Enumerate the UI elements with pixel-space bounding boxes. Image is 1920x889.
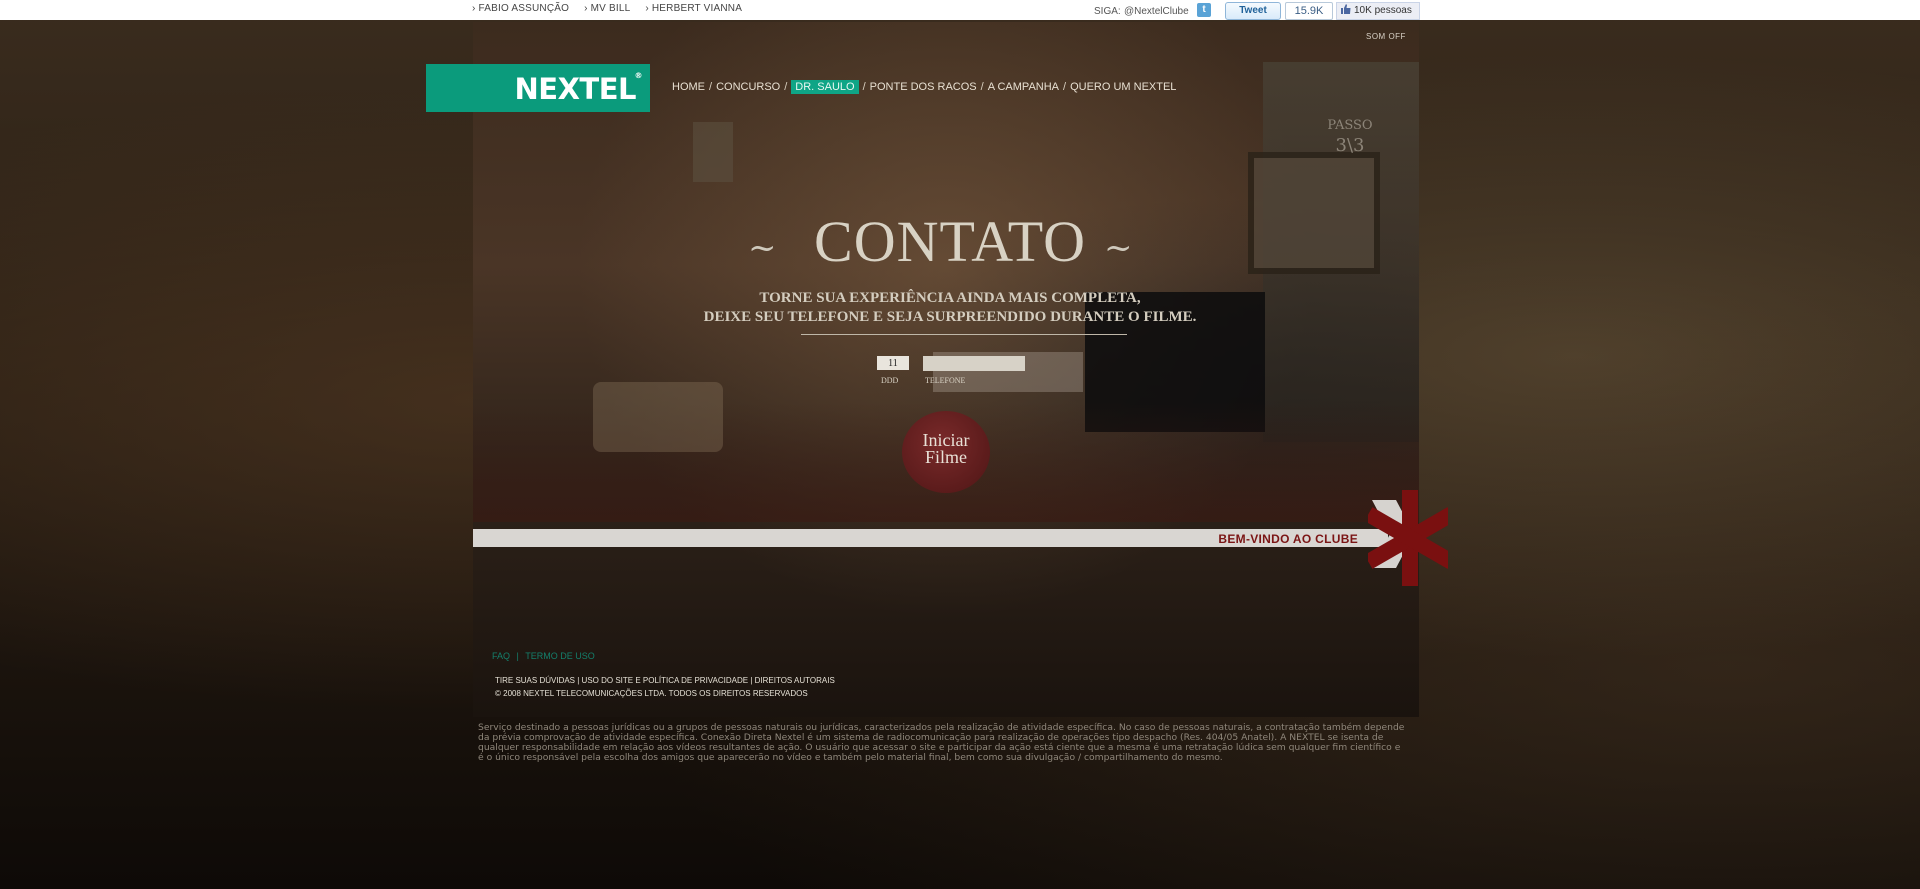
nav-home[interactable]: HOME <box>672 81 705 93</box>
nav-separator: / <box>1063 81 1067 93</box>
page-title: CONTATO <box>814 209 1086 274</box>
ddd-input[interactable] <box>877 356 909 370</box>
nav-separator: / <box>709 81 713 93</box>
nextel-logo[interactable]: NEXTEL ® <box>426 64 650 112</box>
logo-text: NEXTEL <box>514 72 636 106</box>
copyright: © 2008 NEXTEL TELECOMUNICAÇÕES LTDA. TOD… <box>495 689 808 698</box>
nav-ponte-dos-racos[interactable]: PONTE DOS RACOS <box>870 81 977 93</box>
subtitle-line-1: TORNE SUA EXPERIÊNCIA AINDA MAIS COMPLET… <box>759 290 1141 306</box>
twitter-handle-link[interactable]: @NextelClube <box>1124 6 1189 17</box>
tweet-count: 15.9K <box>1285 2 1333 20</box>
link-fabio-assuncao[interactable]: › FABIO ASSUNÇÃO <box>472 3 569 14</box>
step-indicator: PASSO 3\3 <box>1320 118 1380 156</box>
thumbs-up-icon <box>1341 4 1351 14</box>
disclaimer-text: Serviço destinado a pessoas jurídicas ou… <box>478 722 1405 763</box>
step-value: 3\3 <box>1335 135 1365 156</box>
phone-input[interactable] <box>923 356 1025 371</box>
contact-subtitle: TORNE SUA EXPERIÊNCIA AINDA MAIS COMPLET… <box>690 289 1210 327</box>
phone-label: TELEFONE <box>925 376 966 385</box>
subtitle-divider <box>801 334 1127 335</box>
twitter-icon[interactable]: t <box>1197 3 1211 17</box>
start-film-button[interactable]: Iniciar Filme <box>902 411 990 493</box>
nav-separator: / <box>784 81 788 93</box>
club-asterisk-icon <box>1368 490 1448 586</box>
tweet-button[interactable]: Tweet <box>1225 2 1281 20</box>
nav-dr-saulo[interactable]: DR. SAULO <box>791 80 859 94</box>
step-label: PASSO <box>1327 118 1373 133</box>
title-flourish-right: ~ <box>1104 228 1133 268</box>
start-line-2: Filme <box>924 447 967 467</box>
celebrity-links: › FABIO ASSUNÇÃO › MV BILL › HERBERT VIA… <box>472 3 754 14</box>
nav-separator: / <box>980 81 984 93</box>
legal-links[interactable]: TIRE SUAS DÚVIDAS | USO DO SITE E POLÍTI… <box>495 676 835 685</box>
faq-links: FAQ | TERMO DE USO <box>492 651 599 661</box>
top-bar: › FABIO ASSUNÇÃO › MV BILL › HERBERT VIA… <box>0 0 1920 20</box>
nav-a-campanha[interactable]: A CAMPANHA <box>988 81 1059 93</box>
link-mv-bill[interactable]: › MV BILL <box>584 3 630 14</box>
follow-label: SIGA: <box>1094 6 1121 17</box>
nav-concurso[interactable]: CONCURSO <box>716 81 780 93</box>
main-nav: HOME / CONCURSO / DR. SAULO / PONTE DOS RACOS /… <box>672 80 1176 94</box>
facebook-like-button[interactable]: 10K pessoas <box>1336 2 1420 20</box>
welcome-text: BEM-VINDO AO CLUBE <box>1218 532 1358 546</box>
nav-separator: / <box>862 81 866 93</box>
sound-off-toggle[interactable]: SOM OFF <box>1366 32 1406 41</box>
welcome-bar: BEM-VINDO AO CLUBE <box>473 529 1388 547</box>
nav-quero-um-nextel[interactable]: QUERO UM NEXTEL <box>1070 81 1176 93</box>
subtitle-line-2: DEIXE SEU TELEFONE E SEJA SURPREENDIDO D… <box>703 309 1197 325</box>
faq-link[interactable]: FAQ <box>492 651 510 661</box>
link-herbert-vianna[interactable]: › HERBERT VIANNA <box>645 3 742 14</box>
registered-mark: ® <box>634 71 643 80</box>
like-count: 10K pessoas <box>1354 5 1412 16</box>
tweet-label: Tweet <box>1239 5 1267 16</box>
terms-link[interactable]: TERMO DE USO <box>525 651 595 661</box>
faq-divider: | <box>516 651 519 661</box>
ddd-label: DDD <box>881 376 899 385</box>
